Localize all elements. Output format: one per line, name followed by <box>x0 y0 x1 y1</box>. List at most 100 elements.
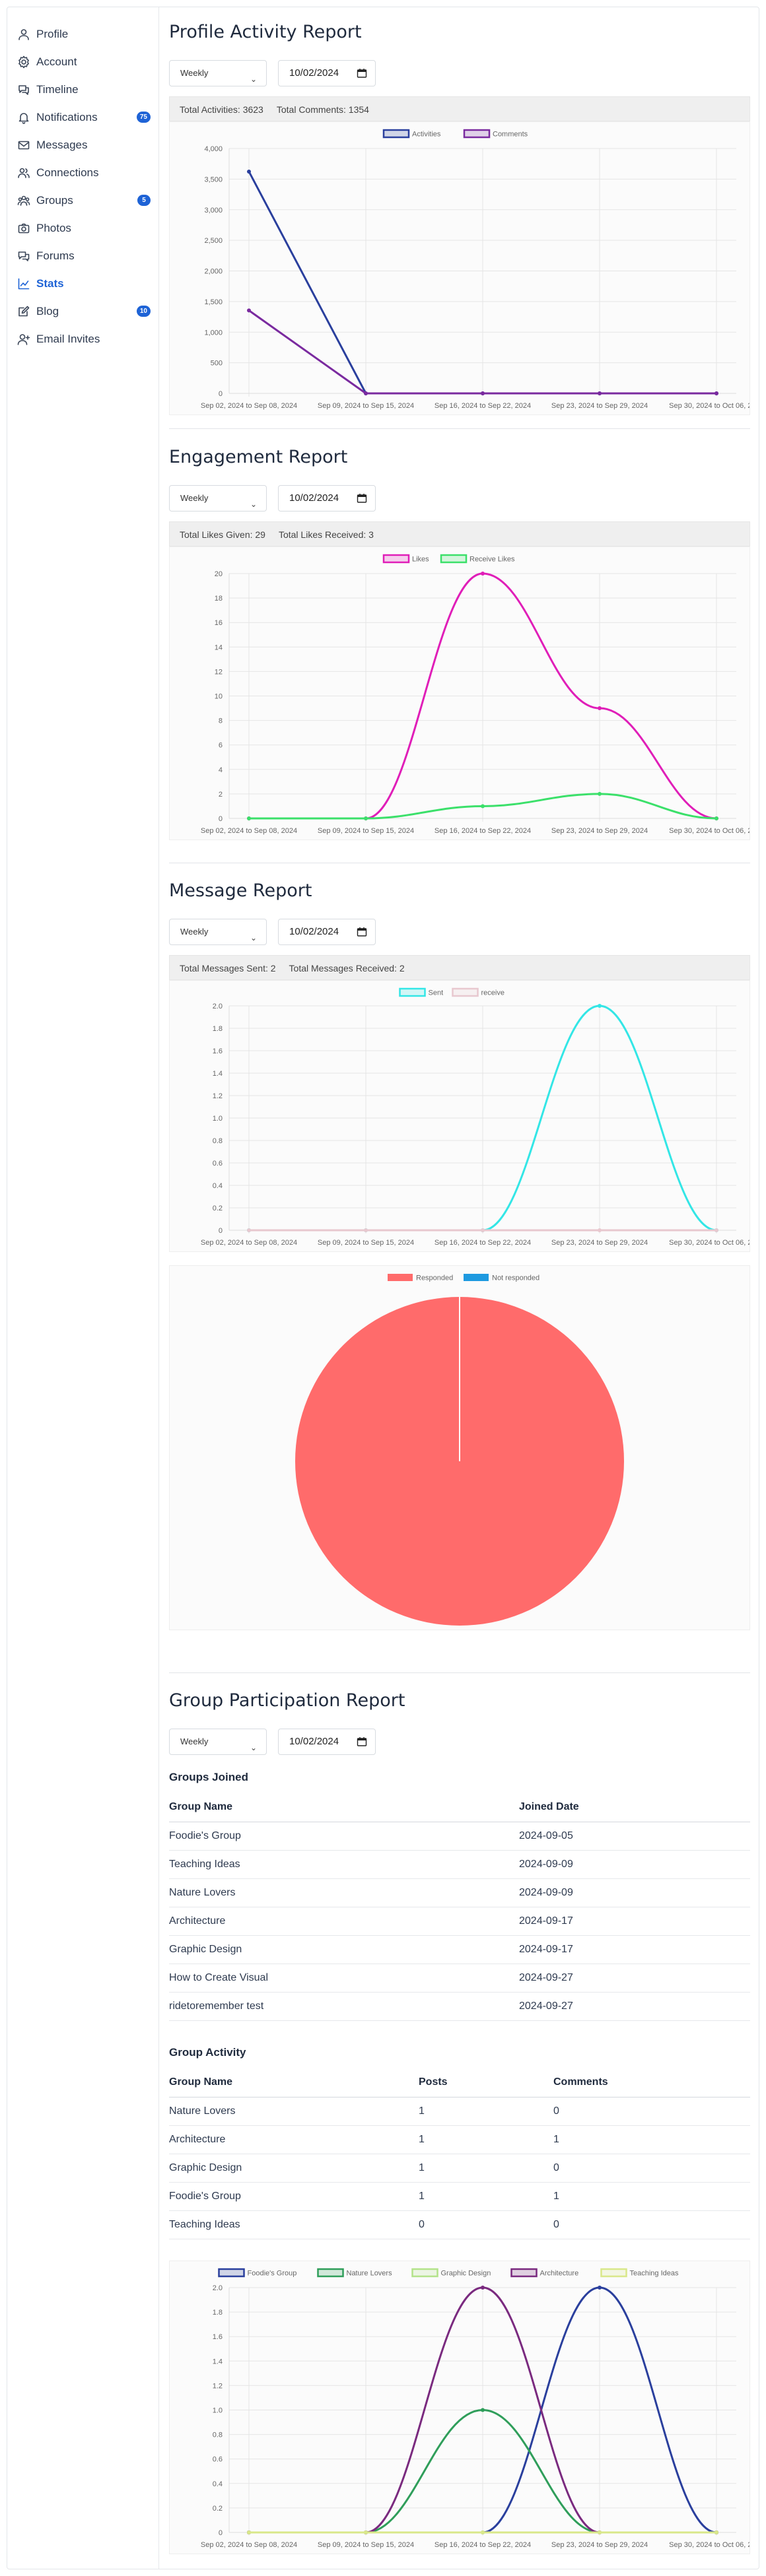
count-badge: 75 <box>136 112 151 123</box>
data-point-comments <box>714 391 718 395</box>
calendar-icon[interactable] <box>357 68 367 79</box>
period-select[interactable]: Weekly ⌄ <box>169 485 267 512</box>
y-tick-label: 3,000 <box>204 207 223 215</box>
x-tick-label: Sep 02, 2024 to Sep 08, 2024 <box>201 402 297 410</box>
chevron-down-icon: ⌄ <box>250 1743 257 1752</box>
sidebar-item-label: Account <box>36 55 77 68</box>
date-input[interactable]: 10/02/2024 <box>278 485 376 512</box>
y-tick-label: 10 <box>215 693 223 701</box>
chat-icon <box>17 83 31 97</box>
data-point-comments <box>247 308 251 313</box>
calendar-icon[interactable] <box>357 927 367 937</box>
y-tick-label: 1,500 <box>204 298 223 306</box>
sidebar-item-profile[interactable]: Profile <box>7 20 158 48</box>
sidebar-item-photos[interactable]: Photos <box>7 215 158 242</box>
table-row: Foodie's Group 2024-09-05 <box>169 1822 750 1851</box>
y-tick-label: 0.6 <box>213 1160 223 1168</box>
sidebar-item-connections[interactable]: Connections <box>7 159 158 187</box>
legend-swatch <box>463 129 491 139</box>
legend-swatch <box>317 2268 344 2278</box>
x-tick-label: Sep 30, 2024 to Oct 06, 2024 <box>669 827 749 835</box>
legend-label: receive <box>481 989 505 997</box>
sidebar-item-forums[interactable]: Forums <box>7 242 158 270</box>
table-cell: Architecture <box>169 2125 419 2154</box>
legend-swatch <box>411 2268 438 2278</box>
table-cell: 0 <box>553 2154 750 2183</box>
table-row: Graphic Design 2024-09-17 <box>169 1935 750 1964</box>
user-plus-icon <box>17 332 31 347</box>
y-tick-label: 4,000 <box>204 145 223 153</box>
legend-label: Activities <box>412 131 441 139</box>
date-input-value: 10/02/2024 <box>289 1736 339 1747</box>
sidebar-item-notifications[interactable]: Notifications 75 <box>7 104 158 131</box>
sidebar-item-messages[interactable]: Messages <box>7 131 158 159</box>
data-point-architecture <box>481 2286 485 2290</box>
data-point-receive-likes <box>364 816 368 820</box>
gear-icon <box>17 55 31 69</box>
camera-icon <box>17 221 31 236</box>
sidebar-item-groups[interactable]: Groups 5 <box>7 187 158 215</box>
sidebar-item-label: Timeline <box>36 83 79 96</box>
totals-bar: Total Messages Sent: 2 Total Messages Rec… <box>169 955 750 980</box>
legend-label: Sent <box>429 989 444 997</box>
sidebar-item-stats[interactable]: Stats <box>7 270 158 298</box>
table-row: Teaching Ideas 0 0 <box>169 2210 750 2239</box>
table-header-row: Group Name Joined Date <box>169 1793 750 1822</box>
data-point-likes <box>598 706 602 711</box>
table-row: Foodie's Group 1 1 <box>169 2182 750 2211</box>
table-row: ridetoremember test 2024-09-27 <box>169 1992 750 2021</box>
table-cell: 1 <box>419 2097 553 2126</box>
data-point-receive <box>481 1228 485 1232</box>
period-select[interactable]: Weekly ⌄ <box>169 1729 267 1755</box>
y-tick-label: 20 <box>215 570 223 578</box>
sidebar-item-label: Profile <box>36 28 69 40</box>
table-cell: Architecture <box>169 1907 519 1936</box>
table-row: Graphic Design 1 0 <box>169 2154 750 2183</box>
column-header: Comments <box>553 2068 750 2097</box>
y-tick-label: 3,500 <box>204 176 223 183</box>
calendar-icon[interactable] <box>357 493 367 504</box>
y-tick-label: 16 <box>215 619 223 627</box>
table-cell: 2024-09-27 <box>519 1992 750 2021</box>
table-cell: 0 <box>553 2210 750 2239</box>
legend-swatch <box>510 2268 538 2278</box>
data-point-foodie-s-group <box>598 2286 602 2290</box>
y-tick-label: 0.2 <box>213 1205 223 1212</box>
date-input[interactable]: 10/02/2024 <box>278 60 376 86</box>
section-title: Engagement Report <box>169 447 348 467</box>
engagement-chart-svg: Likes Receive Likes 0 2 4 6 8 10 12 14 16 18 20 Sep 0… <box>201 554 749 835</box>
period-select[interactable]: Weekly ⌄ <box>169 919 267 945</box>
calendar-icon[interactable] <box>357 1736 367 1747</box>
legend-label: Comments <box>493 131 528 139</box>
data-point-receive-likes <box>714 816 718 820</box>
y-tick-label: 1.8 <box>213 2309 223 2317</box>
table-cell: 1 <box>553 2125 750 2154</box>
users-icon <box>17 166 31 180</box>
data-point-teaching-ideas <box>364 2530 368 2534</box>
message-chart: Sent receive 0 0.2 0.4 0.6 0.8 1.0 1.2 1.4 1.6 1.8 2… <box>169 980 750 1252</box>
chevron-down-icon: ⌄ <box>250 500 257 509</box>
legend-label: Nature Lovers <box>347 2270 393 2278</box>
group-icon <box>17 193 31 208</box>
table-row: Architecture 1 1 <box>169 2125 750 2154</box>
legend-label: Foodie's Group <box>248 2270 297 2278</box>
table-row: Nature Lovers 2024-09-09 <box>169 1878 750 1907</box>
sidebar-item-blog[interactable]: Blog 10 <box>7 298 158 325</box>
group-activity-title: Group Activity <box>169 2046 246 2059</box>
y-tick-label: 1.4 <box>213 1070 223 1078</box>
date-input[interactable]: 10/02/2024 <box>278 919 376 945</box>
totals-bar: Total Activities: 3623 Total Comments: 13… <box>169 96 750 121</box>
legend-swatch <box>464 1274 489 1281</box>
data-point-sent <box>598 1004 602 1008</box>
sidebar-item-timeline[interactable]: Timeline <box>7 76 158 104</box>
period-select[interactable]: Weekly ⌄ <box>169 60 267 86</box>
sidebar-item-email-invites[interactable]: Email Invites <box>7 325 158 353</box>
y-tick-label: 1.8 <box>213 1025 223 1033</box>
table-row: How to Create Visual 2024-09-27 <box>169 1964 750 1993</box>
y-tick-label: 2.0 <box>213 1003 223 1010</box>
page-title: Profile Activity Report <box>169 22 362 42</box>
x-tick-label: Sep 23, 2024 to Sep 29, 2024 <box>551 402 648 410</box>
engagement-chart: Likes Receive Likes 0 2 4 6 8 10 12 14 16 18 20 Sep 0… <box>169 546 750 840</box>
date-input[interactable]: 10/02/2024 <box>278 1729 376 1755</box>
sidebar-item-account[interactable]: Account <box>7 48 158 76</box>
